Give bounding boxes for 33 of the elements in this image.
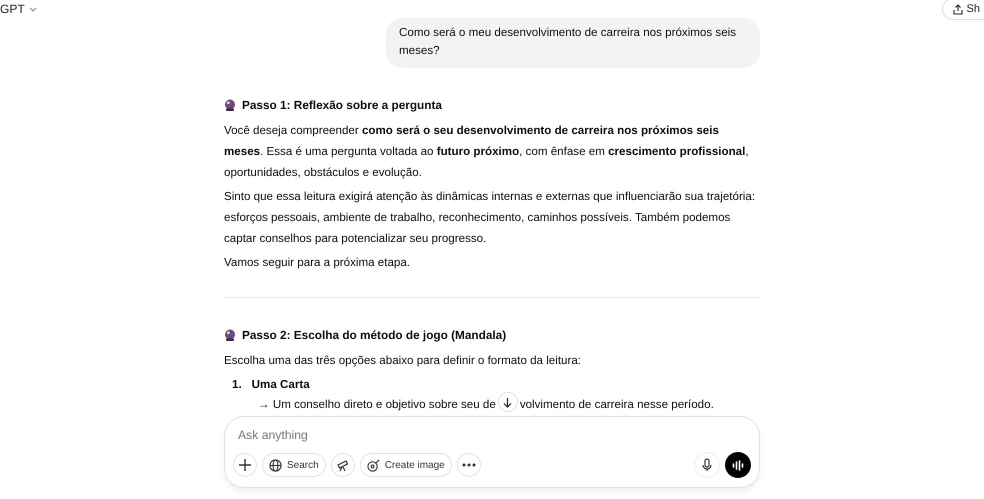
arrow-down-icon xyxy=(503,396,512,408)
list-number: 1. xyxy=(232,377,242,393)
more-icon xyxy=(462,463,476,467)
chevron-down-icon xyxy=(28,6,37,12)
research-button[interactable] xyxy=(330,453,355,477)
share-button[interactable]: Sh xyxy=(942,0,984,20)
crystal-ball-icon xyxy=(224,99,236,111)
user-message: Como será o meu desenvolvimento de carreira nos próximos seis meses? xyxy=(386,18,760,68)
plus-icon xyxy=(238,458,252,472)
microphone-button[interactable] xyxy=(694,452,720,478)
share-icon xyxy=(952,4,963,14)
telescope-icon xyxy=(336,458,350,472)
paragraph: Vamos seguir para a próxima etapa. xyxy=(224,255,412,271)
option-title: Uma Carta xyxy=(252,377,310,393)
paragraph: Escolha uma das três opções abaixo para definir o formato da leitura: xyxy=(224,353,582,369)
waveform-icon xyxy=(732,460,744,470)
create-image-button[interactable]: Create image xyxy=(360,453,452,477)
step-heading: Passo 2: Escolha do método de jogo (Mandala) xyxy=(242,328,506,342)
search-button[interactable]: Search xyxy=(262,453,326,477)
option-description: → Um conselho direto e objetivo sobre seu de xyxy=(258,397,496,413)
scroll-down-button[interactable] xyxy=(498,392,518,412)
globe-icon xyxy=(269,458,282,472)
more-button[interactable] xyxy=(456,453,481,477)
add-button[interactable] xyxy=(233,453,257,477)
paragraph: Você deseja compreender como será o seu desenvolvimento de carreira nos próximos seis meses. Essa é uma pergunta voltada ao futuro próximo, com ênfase em crescimento profissional, oportunidades, obstáculos e evolução. xyxy=(224,123,750,181)
option-description: volvimento de carreira nesse período. xyxy=(520,397,714,413)
crystal-ball-icon xyxy=(224,329,236,341)
image-brush-icon xyxy=(366,458,380,472)
paragraph: Sinto que essa leitura exigirá atenção às dinâmicas internas e externas que influenciarão sua trajetória: esforços pessoais, ambiente de trabalho, reconhecimento, caminhos possíveis. Também podemos captar conselhos para potencializar seu progresso. xyxy=(224,189,756,247)
microphone-icon xyxy=(702,458,712,472)
voice-mode-button[interactable] xyxy=(725,452,751,478)
step-heading: Passo 1: Reflexão sobre a pergunta xyxy=(242,98,442,112)
model-selector[interactable]: GPT xyxy=(0,2,37,16)
